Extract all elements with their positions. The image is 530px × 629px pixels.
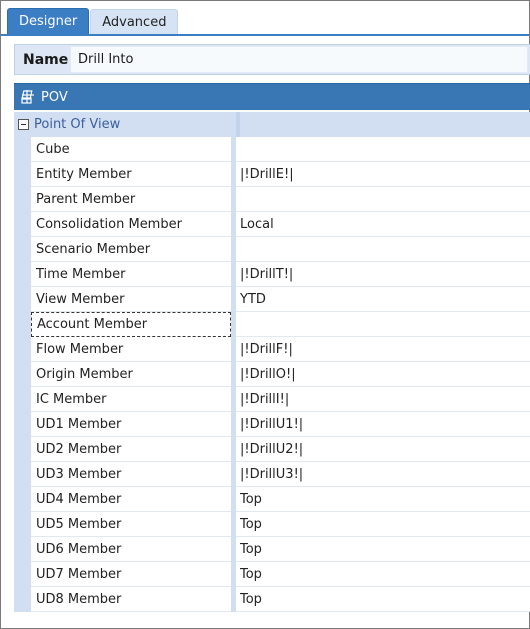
property-value[interactable]: YTD xyxy=(236,287,530,312)
row-indent xyxy=(14,187,31,212)
property-row[interactable]: Time Member |!DrillT!| xyxy=(14,262,530,287)
property-value[interactable]: Top xyxy=(236,587,530,612)
property-name[interactable]: View Member xyxy=(31,287,231,312)
name-row: Name Drill Into xyxy=(14,44,530,75)
property-value[interactable]: |!DrillU1!| xyxy=(236,412,530,437)
property-value[interactable]: Top xyxy=(236,537,530,562)
property-name[interactable]: Cube xyxy=(31,137,231,162)
property-name[interactable]: Flow Member xyxy=(31,337,231,362)
property-name[interactable]: Scenario Member xyxy=(31,237,231,262)
property-row[interactable]: View Member YTD xyxy=(14,287,530,312)
property-name[interactable]: IC Member xyxy=(31,387,231,412)
group-point-of-view[interactable]: Point Of View xyxy=(14,112,530,137)
property-row[interactable]: UD5 Member Top xyxy=(14,512,530,537)
collapse-icon[interactable] xyxy=(18,119,29,130)
property-row[interactable]: Parent Member xyxy=(14,187,530,212)
name-field[interactable]: Drill Into xyxy=(70,46,528,73)
property-value[interactable]: |!DrillU2!| xyxy=(236,437,530,462)
property-value[interactable]: |!DrillI!| xyxy=(236,387,530,412)
row-indent xyxy=(14,212,31,237)
pov-grid-icon xyxy=(20,89,36,105)
property-name[interactable]: UD6 Member xyxy=(31,537,231,562)
row-indent xyxy=(14,512,31,537)
column-splitter[interactable] xyxy=(236,112,240,137)
property-value[interactable] xyxy=(236,312,530,337)
property-name[interactable]: Origin Member xyxy=(31,362,231,387)
property-grid: Point Of View Cube Entity Member |!DrillE!… xyxy=(14,112,530,612)
property-name[interactable]: Account Member xyxy=(31,312,231,337)
property-value[interactable]: Top xyxy=(236,487,530,512)
property-name[interactable]: UD8 Member xyxy=(31,587,231,612)
property-row[interactable]: UD3 Member |!DrillU3!| xyxy=(14,462,530,487)
property-name[interactable]: UD2 Member xyxy=(31,437,231,462)
property-row[interactable]: Entity Member |!DrillE!| xyxy=(14,162,530,187)
property-row[interactable]: UD8 Member Top xyxy=(14,587,530,612)
property-value[interactable]: Top xyxy=(236,512,530,537)
property-row[interactable]: Origin Member |!DrillO!| xyxy=(14,362,530,387)
property-value[interactable] xyxy=(236,237,530,262)
property-row[interactable]: UD1 Member |!DrillU1!| xyxy=(14,412,530,437)
row-indent xyxy=(14,587,31,612)
row-indent xyxy=(14,412,31,437)
row-indent xyxy=(14,137,31,162)
row-indent xyxy=(14,287,31,312)
property-name[interactable]: Parent Member xyxy=(31,187,231,212)
designer-panel: Designer Advanced Name Drill Into POV Po… xyxy=(0,0,530,629)
section-title: POV xyxy=(41,89,68,105)
property-value[interactable] xyxy=(236,187,530,212)
row-indent xyxy=(14,437,31,462)
property-value[interactable]: |!DrillO!| xyxy=(236,362,530,387)
property-row[interactable]: Account Member xyxy=(14,312,530,337)
group-label: Point Of View xyxy=(34,117,121,132)
row-indent xyxy=(14,537,31,562)
property-row[interactable]: Scenario Member xyxy=(14,237,530,262)
tab-designer[interactable]: Designer xyxy=(7,8,90,35)
property-value[interactable]: Local xyxy=(236,212,530,237)
tab-advanced[interactable]: Advanced xyxy=(90,9,179,35)
tab-bar: Designer Advanced xyxy=(7,8,179,35)
row-indent xyxy=(14,387,31,412)
property-row[interactable]: UD6 Member Top xyxy=(14,537,530,562)
row-indent xyxy=(14,487,31,512)
property-value[interactable]: |!DrillE!| xyxy=(236,162,530,187)
row-indent xyxy=(14,462,31,487)
property-name[interactable]: UD7 Member xyxy=(31,562,231,587)
row-indent xyxy=(14,337,31,362)
property-name[interactable]: UD1 Member xyxy=(31,412,231,437)
property-name[interactable]: UD5 Member xyxy=(31,512,231,537)
pov-section-header[interactable]: POV xyxy=(14,83,530,110)
property-value[interactable]: |!DrillT!| xyxy=(236,262,530,287)
property-value[interactable]: |!DrillU3!| xyxy=(236,462,530,487)
property-row[interactable]: Flow Member |!DrillF!| xyxy=(14,337,530,362)
row-indent xyxy=(14,312,31,337)
property-row[interactable]: UD7 Member Top xyxy=(14,562,530,587)
row-indent xyxy=(14,262,31,287)
property-row[interactable]: Cube xyxy=(14,137,530,162)
property-name[interactable]: Time Member xyxy=(31,262,231,287)
property-value[interactable] xyxy=(236,137,530,162)
property-name[interactable]: UD4 Member xyxy=(31,487,231,512)
property-row[interactable]: Consolidation Member Local xyxy=(14,212,530,237)
row-indent xyxy=(14,237,31,262)
property-value[interactable]: |!DrillF!| xyxy=(236,337,530,362)
property-row[interactable]: UD4 Member Top xyxy=(14,487,530,512)
property-name[interactable]: Entity Member xyxy=(31,162,231,187)
property-name[interactable]: Consolidation Member xyxy=(31,212,231,237)
row-indent xyxy=(14,162,31,187)
property-name[interactable]: UD3 Member xyxy=(31,462,231,487)
row-indent xyxy=(14,362,31,387)
property-row[interactable]: UD2 Member |!DrillU2!| xyxy=(14,437,530,462)
name-label: Name xyxy=(23,51,69,68)
tab-underline xyxy=(1,34,529,36)
property-row[interactable]: IC Member |!DrillI!| xyxy=(14,387,530,412)
property-value[interactable]: Top xyxy=(236,562,530,587)
row-indent xyxy=(14,562,31,587)
